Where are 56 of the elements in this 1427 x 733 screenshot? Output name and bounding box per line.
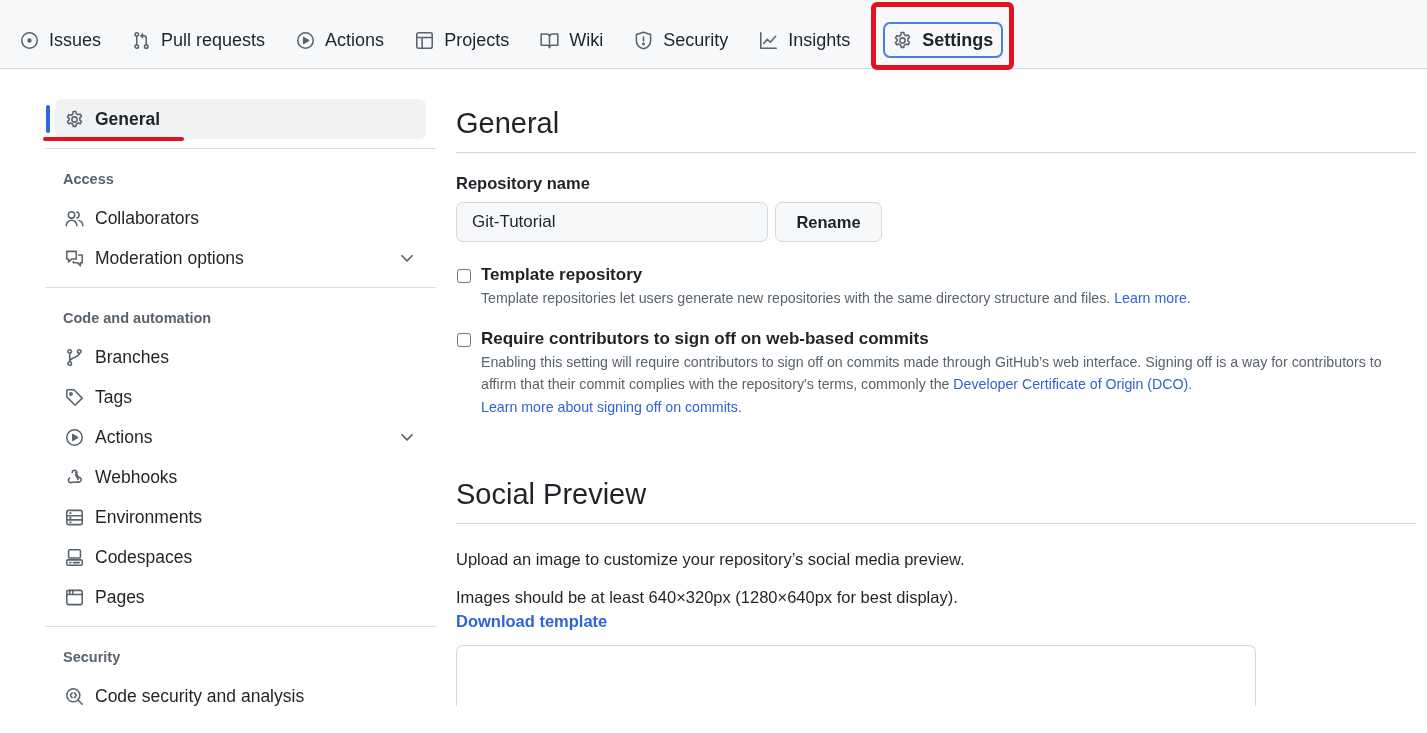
section-heading: Code and automation xyxy=(62,309,213,328)
sidebar-item[interactable]: Pages xyxy=(55,577,426,617)
shield-icon xyxy=(634,30,654,50)
option-label: Require contributors to sign off on web-based commits xyxy=(481,327,930,350)
line-graph-icon xyxy=(759,30,779,50)
branch-icon xyxy=(65,347,84,367)
nav-tab[interactable]: Security xyxy=(628,22,743,58)
server-icon xyxy=(65,507,84,527)
play-icon xyxy=(296,30,316,50)
sidebar-item[interactable]: Tags xyxy=(55,377,426,417)
size-note: Images should be at least 640×320px (1280×640px for best display). xyxy=(456,587,959,608)
tag-icon xyxy=(65,387,84,407)
pull-request-icon xyxy=(132,30,152,50)
section-heading: Access xyxy=(62,170,115,189)
settings-icon xyxy=(893,30,913,50)
nav-tab[interactable]: Insights xyxy=(753,22,865,58)
nav-tab[interactable]: Pull requests xyxy=(126,22,280,58)
table-icon xyxy=(415,30,435,50)
section-heading: Security xyxy=(62,648,122,667)
sidebar-item[interactable]: Code security and analysis xyxy=(55,676,426,716)
play-icon xyxy=(65,427,84,447)
nav-tab[interactable]: Projects xyxy=(409,22,524,58)
nav-tab[interactable]: Wiki xyxy=(534,22,618,58)
sidebar-item[interactable]: General xyxy=(55,99,426,139)
sidebar-item[interactable]: Collaborators xyxy=(55,198,426,238)
sidebar-item[interactable]: Branches xyxy=(55,337,426,377)
people-icon xyxy=(65,208,84,228)
nav-tab[interactable]: Settings xyxy=(883,22,1004,58)
sidebar-item[interactable]: Webhooks xyxy=(55,457,426,497)
book-icon xyxy=(540,30,560,50)
learn-more-link[interactable]: Learn more about signing off on commits xyxy=(481,398,738,415)
rename-button[interactable]: Rename xyxy=(775,202,882,242)
section-title: Social Preview xyxy=(456,470,1416,524)
description-text: Upload an image to customize your repository’s social media preview. xyxy=(456,549,966,570)
checkbox[interactable] xyxy=(457,269,471,283)
circle-dot-icon xyxy=(20,30,39,50)
option-label: Template repository xyxy=(481,264,644,286)
field-label: Repository name xyxy=(456,174,591,193)
comment-icon xyxy=(65,248,84,268)
nav-tab[interactable]: Actions xyxy=(290,22,399,58)
option-description: Enabling this setting will require contributors to sign off on commits made through GitHub’s web interface. Signing off is a way for contributors to affirm that their commit complies with the repository's terms, commonly the Developer Certificate of Origin (DCO). Learn more about signing off on commits. xyxy=(481,352,1383,417)
browser-icon xyxy=(65,587,84,607)
section-title: General xyxy=(456,99,1416,153)
option-description: Template repositories let users generate new repositories with the same directory structure and files. Learn more. xyxy=(481,289,1191,308)
learn-more-link[interactable]: Learn more xyxy=(1114,290,1187,306)
sidebar-item[interactable]: Actions xyxy=(55,417,426,457)
settings-icon xyxy=(65,109,84,129)
sidebar-item[interactable]: Moderation options xyxy=(55,238,426,278)
download-template-link[interactable]: Download template xyxy=(456,612,608,631)
repository-name-field[interactable]: Git-Tutorial xyxy=(456,202,768,242)
codespace-icon xyxy=(65,547,84,567)
checkbox[interactable] xyxy=(457,332,471,347)
nav-tab[interactable]: Issues xyxy=(14,22,116,58)
code-scan-icon xyxy=(65,686,84,706)
sidebar-item[interactable]: Environments xyxy=(55,497,426,537)
sidebar-item[interactable]: Codespaces xyxy=(55,537,426,577)
